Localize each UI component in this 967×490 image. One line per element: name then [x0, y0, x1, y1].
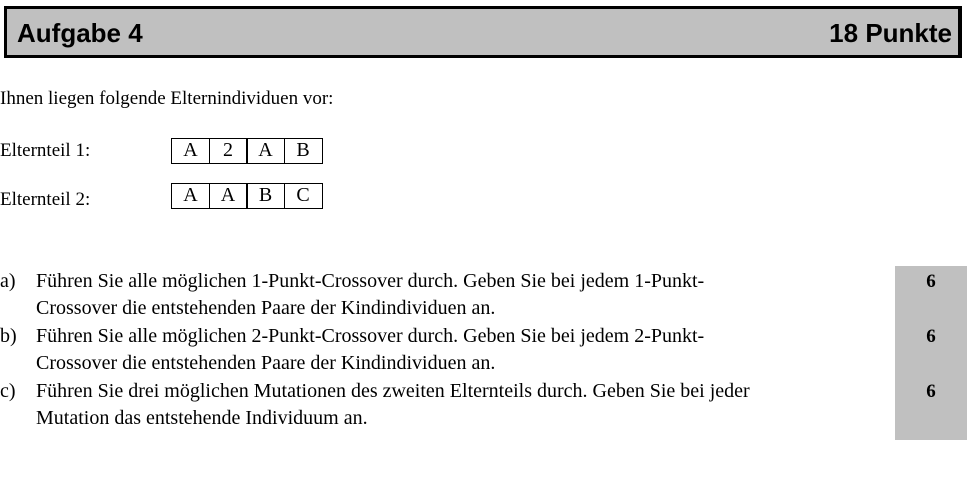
task-line: Führen Sie alle möglichen 2-Punkt-Crosso… — [36, 325, 705, 347]
parent-1-label: Elternteil 1: — [0, 140, 91, 161]
gene-cell: A — [208, 183, 248, 209]
task-line: Führen Sie alle möglichen 1-Punkt-Crosso… — [36, 270, 705, 292]
task-line: Mutation das entstehende Individuum an. — [36, 407, 368, 429]
gene-cell: A — [171, 138, 210, 164]
task-letter: c) — [0, 380, 16, 402]
task-points: 6 — [926, 271, 936, 292]
gene-cell: A — [246, 138, 285, 164]
task-letter: b) — [0, 325, 17, 347]
parent-2-label: Elternteil 2: — [0, 189, 91, 210]
gene-cell: B — [283, 138, 323, 164]
task-points: 6 — [926, 381, 936, 402]
parent-2-genome: A A B C — [171, 183, 323, 209]
total-points: 18 Punkte — [829, 18, 952, 48]
task-line: Führen Sie drei möglichen Mutationen des… — [36, 380, 750, 402]
parent-1-genome: A 2 A B — [171, 138, 323, 164]
task-points: 6 — [926, 326, 936, 347]
task-title: Aufgabe 4 — [17, 18, 143, 48]
task-header: Aufgabe 4 18 Punkte — [4, 6, 962, 58]
task-line: Crossover die entstehenden Paare der Kin… — [36, 297, 496, 319]
task-text: Führen Sie alle möglichen 1-Punkt-Crosso… — [36, 268, 896, 322]
gene-cell: 2 — [208, 138, 248, 164]
task-text: Führen Sie alle möglichen 2-Punkt-Crosso… — [36, 323, 896, 377]
task-letter: a) — [0, 270, 16, 292]
task-line: Crossover die entstehenden Paare der Kin… — [36, 352, 496, 374]
task-text: Führen Sie drei möglichen Mutationen des… — [36, 378, 896, 432]
gene-cell: B — [246, 183, 285, 209]
gene-cell: A — [171, 183, 210, 209]
gene-cell: C — [283, 183, 323, 209]
intro-text: Ihnen liegen folgende Elternindividuen v… — [0, 88, 334, 109]
